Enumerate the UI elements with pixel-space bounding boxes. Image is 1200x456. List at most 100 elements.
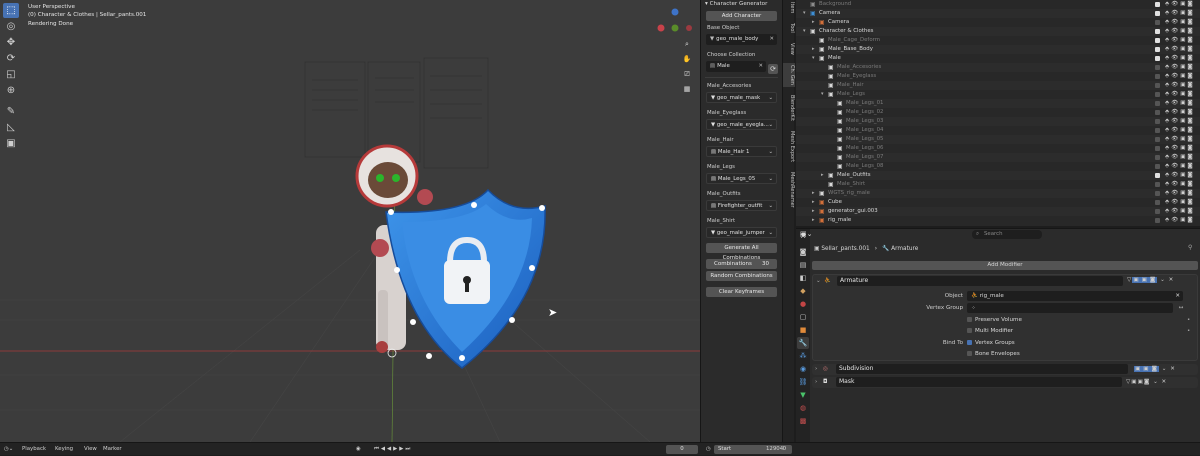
object-icon[interactable]: ■ (797, 324, 809, 336)
marker-menu[interactable]: Marker (103, 443, 122, 456)
pin-icon[interactable]: ⚲ (1188, 244, 1192, 251)
grid-view-icon[interactable]: ▦ (681, 83, 693, 95)
expand-arrow-icon[interactable]: ▾ (803, 27, 806, 36)
panel-header[interactable]: ▾ Character Generator (701, 0, 782, 9)
visibility-toggles-icon[interactable]: ⬘👁▣◙ (1165, 108, 1195, 117)
visibility-toggles-icon[interactable]: ⬘👁▣◙ (1165, 153, 1195, 162)
exclude-checkbox[interactable] (1155, 128, 1160, 133)
tab-blenderkit[interactable]: BlenderKit (783, 93, 795, 123)
outliner-row[interactable]: ▸ ▣ Male_Base_Body ⬘👁▣◙ (796, 45, 1200, 54)
add-modifier-button[interactable]: Add Modifier (812, 261, 1198, 270)
playback-menu[interactable]: Playback (22, 443, 46, 456)
bone-envelopes-checkbox[interactable]: Bone Envelopes (967, 349, 1020, 359)
outliner-row[interactable]: ▣ Male_Eyeglass ⬘👁▣◙ (796, 72, 1200, 81)
cursor-icon[interactable]: ◎ (3, 19, 19, 34)
outliner-row[interactable]: ▣ Male_Cage_Deform ⬘👁▣◙ (796, 36, 1200, 45)
select-box-icon[interactable]: ⬚ (3, 3, 19, 18)
slot-dropdown[interactable]: ▤ Firefighter_outfit ⌄ (706, 200, 777, 211)
navigation-gizmo[interactable]: ⌕ ✋ ⎚ ▦ (655, 6, 695, 96)
keyframe-dot-icon[interactable]: • (1187, 326, 1190, 336)
subdivision-name-field[interactable]: Subdivision (836, 364, 1128, 374)
visibility-toggles-icon[interactable]: ⬘👁▣◙ (1165, 144, 1195, 153)
outliner-row[interactable]: ▣ Male_Accesories ⬘👁▣◙ (796, 63, 1200, 72)
slot-dropdown[interactable]: ▼ geo_male_jumper ⌄ (706, 227, 777, 238)
tab-meshrenamer[interactable]: MeshRenamer (783, 170, 795, 210)
outliner-row[interactable]: ▣ Male_Legs_01 ⬘👁▣◙ (796, 99, 1200, 108)
object-field[interactable]: ⛹ rig_male ✕ (967, 291, 1183, 301)
constraints-icon[interactable]: ⛓ (797, 376, 809, 388)
modifier-wrench-icon[interactable]: 🔧 (797, 337, 809, 349)
exclude-checkbox[interactable] (1155, 74, 1160, 79)
outliner-row[interactable]: ▸ ▣ WGTS_rig_male ⬘👁▣◙ (796, 189, 1200, 198)
material-icon[interactable]: ◍ (797, 402, 809, 414)
visibility-toggles-icon[interactable]: ⬘👁▣◙ (1165, 63, 1195, 72)
visibility-toggles-icon[interactable]: ⬘👁▣◙ (1165, 135, 1195, 144)
current-frame-field[interactable]: 0 (666, 445, 698, 454)
particles-icon[interactable]: ⁂ (797, 350, 809, 362)
outliner-row[interactable]: ▣ Male_Legs_05 ⬘👁▣◙ (796, 135, 1200, 144)
preserve-volume-checkbox[interactable]: Preserve Volume (967, 315, 1022, 325)
zoom-icon[interactable]: ⌕ (681, 38, 693, 50)
texture-icon[interactable]: ▩ (797, 415, 809, 427)
outliner-row[interactable]: ▾ ▣ Male ⬘👁▣◙ (796, 54, 1200, 63)
exclude-checkbox[interactable] (1155, 29, 1160, 34)
outliner-row[interactable]: ▸ ▣ Cube ⬘👁▣◙ (796, 198, 1200, 207)
clock-icon[interactable]: ◷ (706, 443, 711, 456)
keyframe-dot-icon[interactable]: • (1187, 315, 1190, 325)
keying-menu[interactable]: Keying (55, 443, 73, 456)
tab-mesh-export[interactable]: Mesh Export (783, 129, 795, 164)
visibility-toggles-icon[interactable]: ⬘👁▣◙ (1165, 99, 1195, 108)
expand-icon[interactable]: › (815, 377, 817, 388)
exclude-checkbox[interactable] (1155, 119, 1160, 124)
search-input[interactable]: ⌕ Search (972, 230, 1042, 239)
add-cube-icon[interactable]: ▣ (3, 136, 19, 151)
visibility-toggles-icon[interactable]: ⬘👁▣◙ (1165, 54, 1195, 63)
outliner-row[interactable]: ▸ ▣ Camera ⬘👁▣◙ (796, 18, 1200, 27)
collection-field[interactable]: ▤ Male ✕ (706, 61, 766, 72)
refresh-icon[interactable]: ⟳ (768, 64, 778, 74)
slot-dropdown[interactable]: ▤ Male_Legs_05 ⌄ (706, 173, 777, 184)
outliner-row[interactable]: ▾ ▣ Male_Legs ⬘👁▣◙ (796, 90, 1200, 99)
visibility-toggles-icon[interactable]: ⬘👁▣◙ (1165, 0, 1195, 9)
exclude-checkbox[interactable] (1155, 38, 1160, 43)
data-icon[interactable]: ▼ (797, 389, 809, 401)
expand-arrow-icon[interactable]: ▾ (812, 54, 815, 63)
visibility-toggles-icon[interactable]: ⬘👁▣◙ (1165, 72, 1195, 81)
expand-icon[interactable]: › (815, 364, 817, 375)
exclude-checkbox[interactable] (1155, 200, 1160, 205)
visibility-toggles-icon[interactable]: ⬘👁▣◙ (1165, 126, 1195, 135)
view-menu[interactable]: View (84, 443, 97, 456)
outliner-row[interactable]: ▣ Male_Hair ⬘👁▣◙ (796, 81, 1200, 90)
exclude-checkbox[interactable] (1155, 47, 1160, 52)
exclude-checkbox[interactable] (1155, 209, 1160, 214)
expand-arrow-icon[interactable]: ▸ (812, 198, 815, 207)
visibility-toggles-icon[interactable]: ⬘👁▣◙ (1165, 81, 1195, 90)
render-icon[interactable]: ◙ (797, 246, 809, 258)
expand-arrow-icon[interactable]: ▸ (812, 216, 815, 225)
visibility-toggles-icon[interactable]: ⬘👁▣◙ (1165, 189, 1195, 198)
clear-icon[interactable]: ✕ (769, 34, 774, 45)
end-frame-value[interactable]: 12904 (766, 443, 783, 456)
vertex-group-field[interactable]: ⁘ (967, 303, 1173, 313)
view-layer-icon[interactable]: ◧ (797, 272, 809, 284)
pan-hand-icon[interactable]: ✋ (681, 53, 693, 65)
expand-arrow-icon[interactable]: ▸ (812, 207, 815, 216)
timeline-editor-icon[interactable]: ◷⌄ (4, 443, 13, 456)
tab-ch-gen[interactable]: Ch. Gen (783, 62, 795, 87)
expand-arrow-icon[interactable]: ▸ (812, 45, 815, 54)
record-icon[interactable]: ◉ (356, 443, 361, 456)
tab-view[interactable]: View (783, 41, 795, 57)
add-character-button[interactable]: Add Character (706, 11, 777, 21)
multi-modifier-checkbox[interactable]: Multi Modifier (967, 326, 1013, 336)
visibility-toggles-icon[interactable]: ⬘👁▣◙ (1165, 18, 1195, 27)
exclude-checkbox[interactable] (1155, 182, 1160, 187)
expand-arrow-icon[interactable]: ▾ (803, 9, 806, 18)
collapse-icon[interactable]: ⌄ (816, 276, 821, 287)
visibility-toggles-icon[interactable]: ⬘👁▣◙ (1165, 45, 1195, 54)
exclude-checkbox[interactable] (1155, 137, 1160, 142)
exclude-checkbox[interactable] (1155, 2, 1160, 7)
3d-viewport[interactable]: ⬚ ◎ ✥ ⟳ ◱ ⊕ ✎ ◺ ▣ User Perspective (0) C… (0, 0, 700, 442)
slot-dropdown[interactable]: ▤ Male_Hair 1 ⌄ (706, 146, 777, 157)
outliner-row[interactable]: ▣ Background ⬘👁▣◙ (796, 0, 1200, 9)
outliner-row[interactable]: ▣ Male_Legs_02 ⬘👁▣◙ (796, 108, 1200, 117)
